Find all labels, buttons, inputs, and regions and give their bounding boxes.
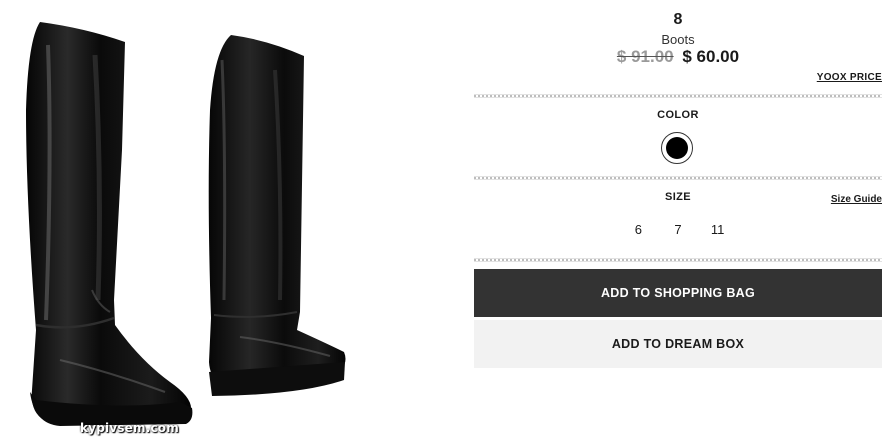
- product-details-panel: 8 Boots $ 91.00 $ 60.00 YOOX PRICE COLOR…: [474, 0, 882, 444]
- add-to-dream-box-button[interactable]: ADD TO DREAM BOX: [474, 320, 882, 368]
- divider: [474, 258, 882, 262]
- size-options: 6 7 11: [474, 222, 882, 237]
- product-category: Boots: [661, 32, 695, 47]
- original-price: $ 91.00: [616, 47, 674, 66]
- right-boot: [208, 35, 346, 396]
- color-label: COLOR: [657, 109, 699, 121]
- sale-price: $ 60.00: [682, 47, 740, 66]
- size-guide-link[interactable]: Size Guide: [831, 194, 882, 205]
- left-boot: [26, 22, 193, 426]
- color-swatch-black[interactable]: [661, 132, 693, 164]
- boots-illustration: [26, 22, 346, 426]
- divider: [474, 176, 882, 180]
- size-option-6[interactable]: 6: [625, 222, 651, 237]
- size-label: SIZE: [664, 191, 692, 203]
- watermark-text: kypivsem.com: [80, 421, 179, 435]
- divider: [474, 94, 882, 98]
- color-swatch-fill: [666, 137, 688, 159]
- price-block: $ 91.00 $ 60.00: [474, 47, 882, 67]
- add-to-shopping-bag-button[interactable]: ADD TO SHOPPING BAG: [474, 269, 882, 317]
- yoox-price-link[interactable]: YOOX PRICE: [817, 72, 882, 83]
- product-image[interactable]: kypivsem.com: [0, 0, 470, 444]
- size-option-7[interactable]: 7: [665, 222, 691, 237]
- size-option-11[interactable]: 11: [705, 222, 731, 237]
- brand-name[interactable]: 8: [474, 11, 882, 29]
